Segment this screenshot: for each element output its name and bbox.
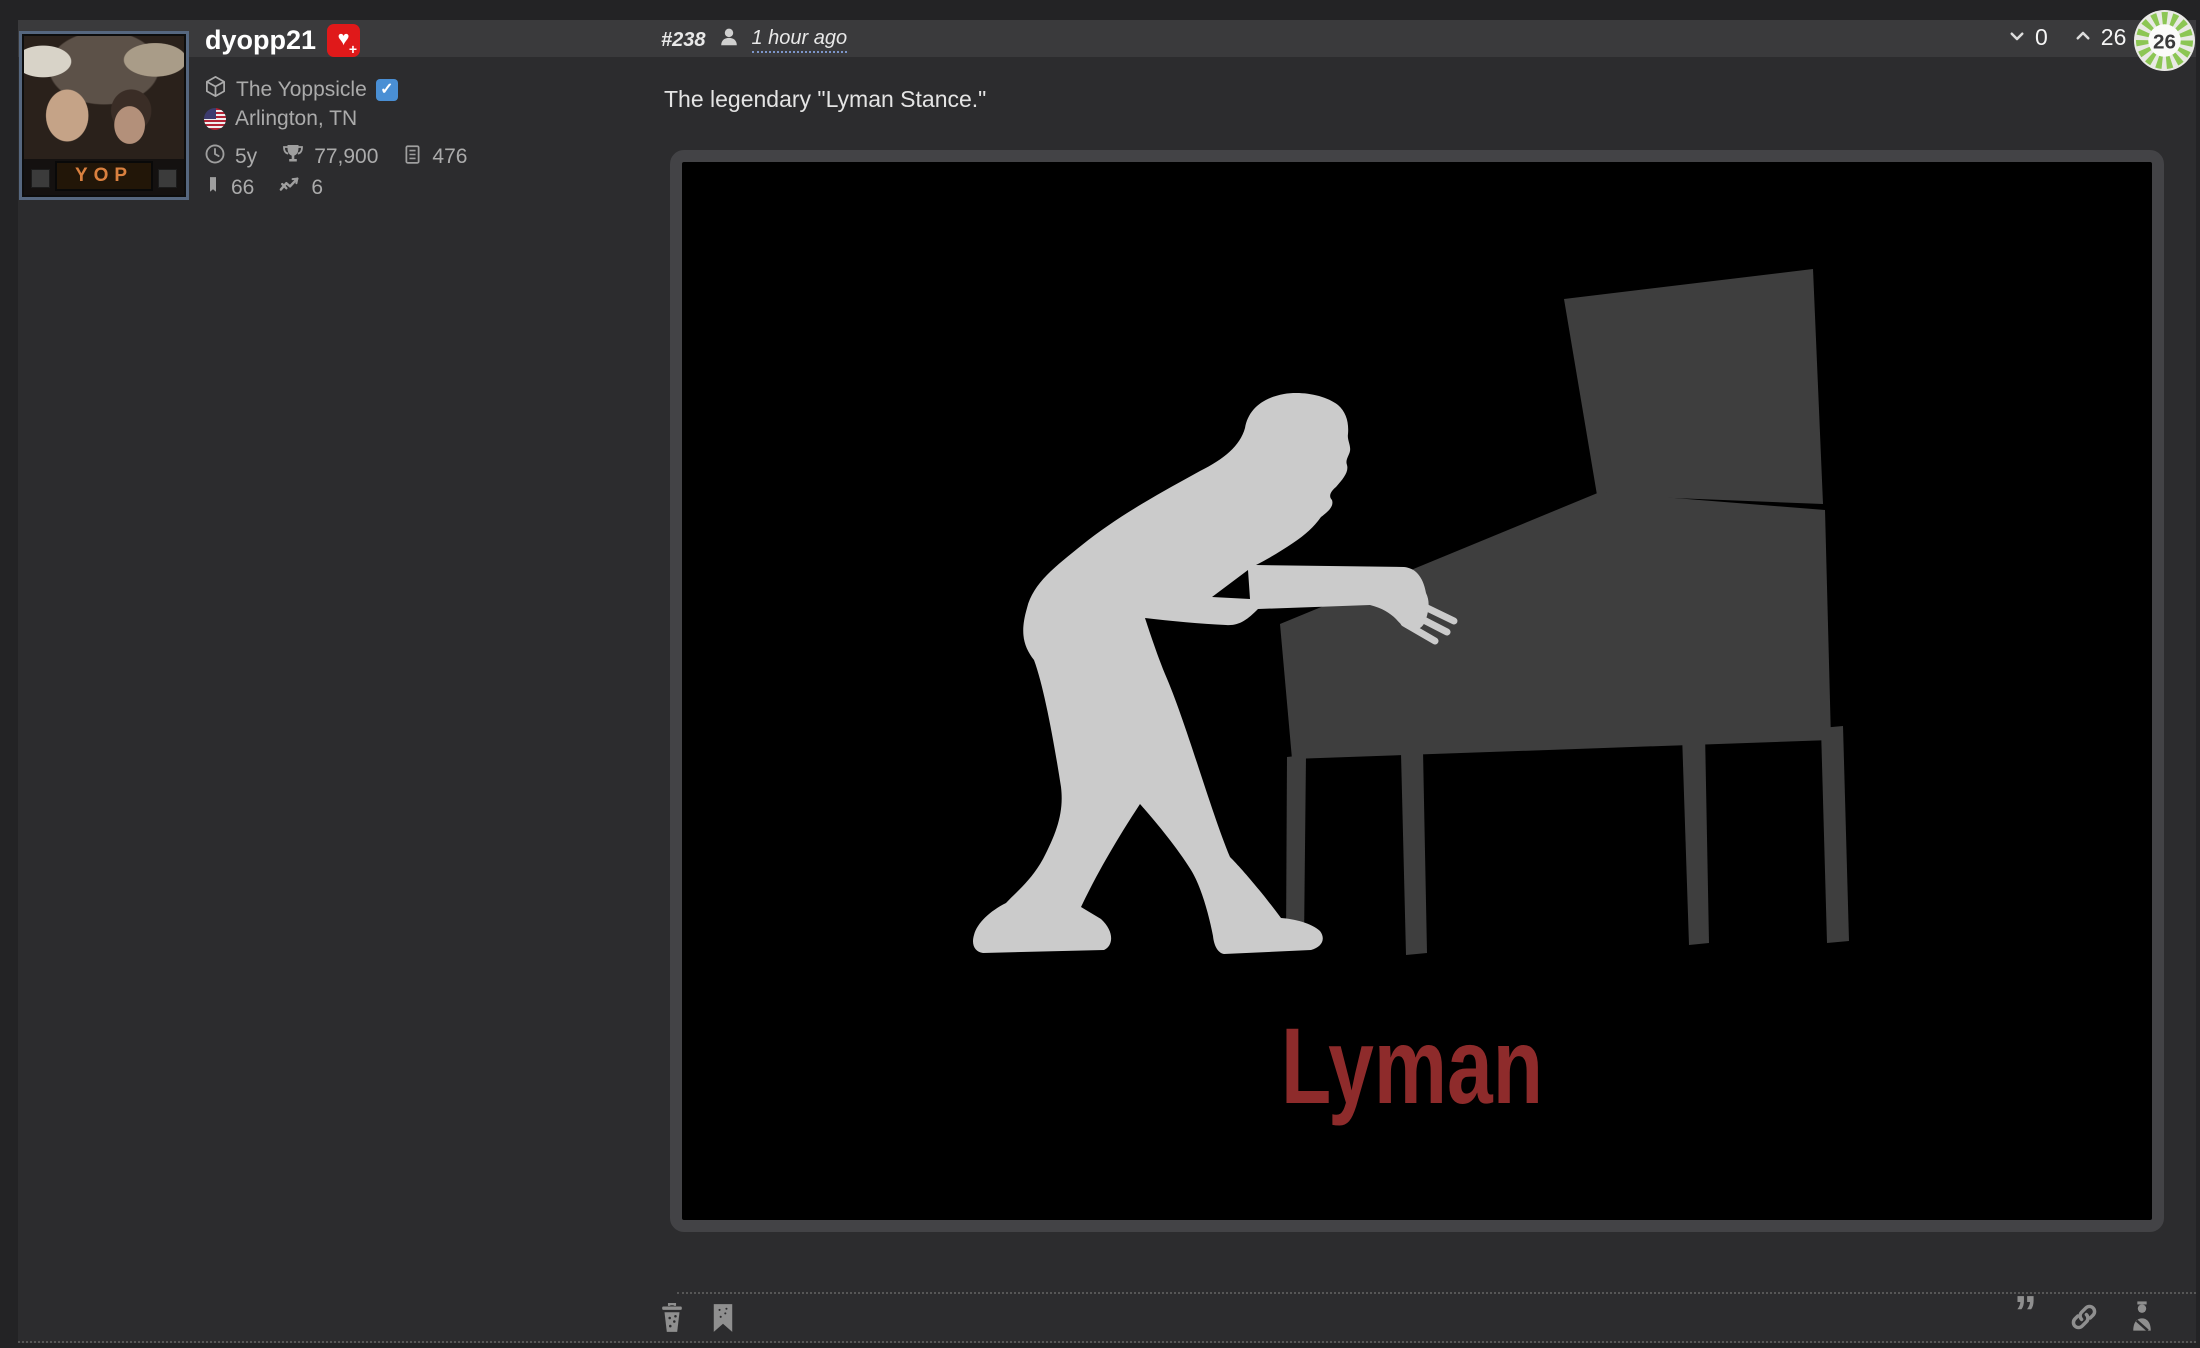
owned-machine-link[interactable]: The Yoppsicle [236, 78, 367, 102]
user-avatar[interactable]: YOP [19, 31, 189, 200]
delete-trash-icon[interactable] [658, 1303, 686, 1338]
add-friend-heart-icon[interactable]: ♥ + [327, 24, 360, 57]
lyman-stance-illustration: Lyman [682, 162, 2152, 1220]
person-icon [718, 26, 740, 54]
us-flag-icon [204, 108, 226, 130]
avatar-knob-left [31, 169, 50, 188]
bookmark-icon[interactable] [710, 1303, 736, 1338]
score-badge-number: 26 [2153, 30, 2176, 53]
achievements-chart-icon [278, 174, 302, 202]
post-body-text: The legendary "Lyman Stance." [664, 86, 986, 113]
user-points: 77,900 [314, 145, 378, 169]
post-image[interactable]: Lyman [670, 150, 2164, 1232]
link-icon[interactable] [2068, 1301, 2100, 1338]
report-moderator-icon[interactable] [2128, 1300, 2156, 1337]
upvote-chevron-icon[interactable] [2074, 24, 2092, 51]
points-trophy-icon [281, 142, 305, 172]
post-bottom-separator [18, 1341, 2196, 1343]
top-strip [0, 0, 2200, 20]
avatar-name-plate: YOP [55, 161, 153, 191]
topics-pin-icon [204, 174, 222, 202]
verified-check-icon: ✓ [376, 79, 398, 101]
post-timestamp[interactable]: 1 hour ago [752, 27, 848, 53]
user-location: Arlington, TN [235, 107, 357, 131]
posts-document-icon [402, 144, 423, 171]
member-clock-icon [204, 143, 226, 171]
downvote-chevron-icon[interactable] [2008, 24, 2026, 51]
upvote-count: 26 [2101, 24, 2127, 51]
topic-count: 66 [231, 176, 254, 200]
machine-cube-icon [204, 75, 227, 104]
member-years: 5y [235, 145, 257, 169]
post-count: 476 [432, 145, 467, 169]
achievement-count: 6 [311, 176, 323, 200]
downvote-count: 0 [2035, 24, 2048, 51]
toolbar-separator [677, 1292, 2196, 1294]
lyman-caption-text: Lyman [1281, 1005, 1543, 1126]
avatar-knob-right [158, 169, 177, 188]
post-number[interactable]: #238 [661, 29, 706, 52]
score-medallion-badge[interactable]: 26 [2133, 9, 2196, 72]
quote-icon[interactable]: ” [2014, 1302, 2037, 1322]
username-link[interactable]: dyopp21 [205, 25, 316, 56]
forum-post-page: YOP dyopp21 ♥ + #238 1 hour ago 0 [0, 0, 2200, 1348]
